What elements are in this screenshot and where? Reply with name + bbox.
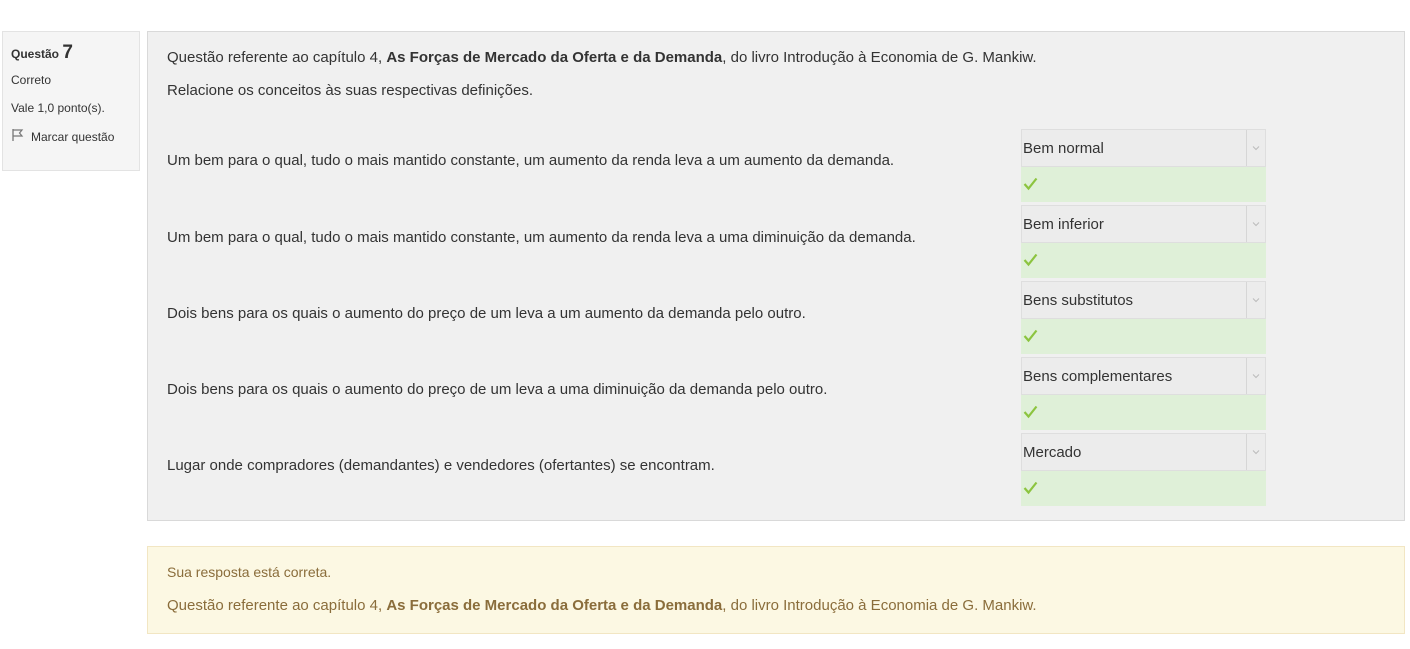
question-intro: Questão referente ao capítulo 4, As Forç…	[167, 49, 1037, 66]
answer-select-value: Bem inferior	[1023, 216, 1104, 233]
match-item-text: Dois bens para os quais o aumento do pre…	[167, 305, 806, 322]
chevron-down-icon	[1246, 282, 1265, 318]
chevron-down-icon	[1246, 434, 1265, 470]
flag-icon	[11, 128, 25, 145]
check-icon	[1023, 329, 1038, 343]
check-icon	[1023, 177, 1038, 191]
answer-select-value: Bem normal	[1023, 140, 1104, 157]
question-label: Questão	[11, 47, 60, 61]
chevron-down-icon	[1246, 358, 1265, 394]
answer-cell: Bens substitutos	[1021, 281, 1266, 354]
chevron-down-icon	[1246, 206, 1265, 242]
answer-select-value: Bens complementares	[1023, 368, 1173, 385]
question-intro-chapter: As Forças de Mercado da Oferta e da Dema…	[386, 49, 723, 66]
question-grade: Vale 1,0 ponto(s).	[11, 101, 105, 115]
question-intro-prefix: Questão referente ao capítulo 4,	[167, 49, 387, 66]
feedback-result: Sua resposta está correta.	[167, 564, 332, 580]
feedback-box: Sua resposta está correta. Questão refer…	[147, 546, 1405, 634]
question-number-line: Questão 7	[11, 42, 131, 64]
feedback-general: Questão referente ao capítulo 4, As Forç…	[167, 597, 1037, 614]
question-info: Questão 7 Correto Vale 1,0 ponto(s). Mar…	[2, 31, 140, 171]
question-intro-suffix: , do livro Introdução à Economia de G. M…	[722, 49, 1037, 66]
check-icon	[1023, 253, 1038, 267]
question-state: Correto	[11, 73, 52, 87]
question-content: Questão referente ao capítulo 4, As Forç…	[147, 31, 1405, 521]
answer-cell: Bem normal	[1021, 129, 1266, 202]
match-item-text: Um bem para o qual, tudo o mais mantido …	[167, 229, 916, 246]
flag-question-label: Marcar questão	[31, 129, 115, 144]
answer-select[interactable]: Bens substitutos	[1021, 281, 1266, 319]
answer-select[interactable]: Mercado	[1021, 433, 1266, 471]
answer-select-value: Mercado	[1023, 444, 1082, 461]
match-item-text: Um bem para o qual, tudo o mais mantido …	[167, 152, 895, 169]
answer-select-value: Bens substitutos	[1023, 292, 1134, 309]
check-icon	[1023, 405, 1038, 419]
flag-question-link[interactable]: Marcar questão	[11, 128, 131, 145]
answer-select[interactable]: Bem inferior	[1021, 205, 1266, 243]
question-number: 7	[62, 42, 73, 63]
answer-cell: Bem inferior	[1021, 205, 1266, 278]
check-icon	[1023, 481, 1038, 495]
feedback-general-prefix: Questão referente ao capítulo 4,	[167, 597, 387, 614]
match-item-text: Lugar onde compradores (demandantes) e v…	[167, 457, 715, 474]
answer-select[interactable]: Bem normal	[1021, 129, 1266, 167]
answer-cell: Mercado	[1021, 433, 1266, 506]
feedback-general-chapter: As Forças de Mercado da Oferta e da Dema…	[386, 597, 723, 614]
match-item-text: Dois bens para os quais o aumento do pre…	[167, 381, 828, 398]
answer-select[interactable]: Bens complementares	[1021, 357, 1266, 395]
answer-cell: Bens complementares	[1021, 357, 1266, 430]
chevron-down-icon	[1246, 130, 1265, 166]
feedback-general-suffix: , do livro Introdução à Economia de G. M…	[722, 597, 1037, 614]
question-instruction: Relacione os conceitos às suas respectiv…	[167, 82, 534, 99]
